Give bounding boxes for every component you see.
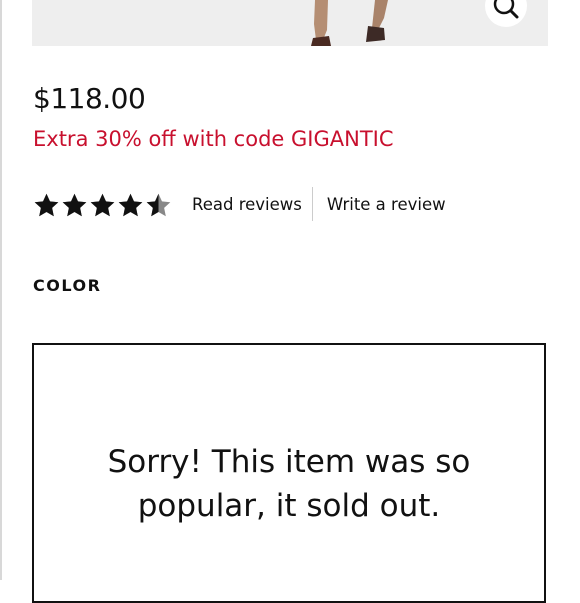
color-section-label: COLOR (33, 276, 102, 295)
read-reviews-link[interactable]: Read reviews (192, 195, 302, 214)
star-full-icon (62, 193, 87, 217)
star-half-icon (146, 193, 171, 217)
product-image[interactable] (32, 0, 548, 46)
divider (311, 187, 313, 221)
star-full-icon (118, 193, 143, 217)
write-review-link[interactable]: Write a review (327, 195, 446, 214)
reviews-links: Read reviews Write a review (192, 187, 446, 221)
product-photo-legs (311, 0, 388, 46)
page-edge-border (0, 0, 2, 580)
sold-out-notice: Sorry! This item was so popular, it sold… (32, 343, 546, 603)
stars-container (33, 192, 172, 218)
star-full-icon (90, 193, 115, 217)
star-full-icon (34, 193, 59, 217)
sold-out-message: Sorry! This item was so popular, it sold… (107, 444, 471, 524)
star-rating[interactable] (33, 192, 172, 218)
product-price: $118.00 (33, 82, 146, 115)
zoom-button[interactable] (484, 0, 528, 28)
promo-code-text: Extra 30% off with code GIGANTIC (33, 127, 394, 151)
